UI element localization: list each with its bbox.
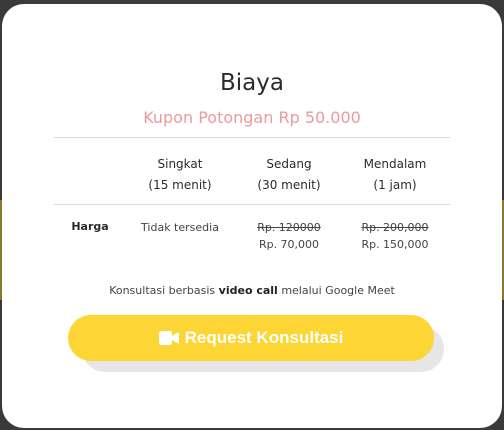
request-consultation-button[interactable]: Request Konsultasi [68, 315, 434, 361]
column-name: Singkat [157, 157, 203, 171]
modal-title: Biaya [220, 70, 284, 96]
column-header-singkat: Singkat (15 menit) [125, 154, 235, 196]
discounted-price: Rp. 70,000 [258, 238, 320, 251]
button-label: Request Konsultasi [184, 328, 344, 347]
price-mendalam: Rp. 200,000 Rp. 150,000 [340, 219, 450, 253]
video-camera-icon [158, 331, 179, 345]
note-bold: video call [218, 284, 278, 297]
original-price: Rp. 200,000 [361, 221, 429, 234]
discounted-price: Rp. 150,000 [361, 238, 429, 251]
price-singkat: Tidak tersedia [125, 219, 235, 236]
pricing-modal: Biaya Kupon Potongan Rp 50.000 Singkat (… [2, 4, 502, 428]
price-unavailable: Tidak tersedia [141, 221, 219, 234]
original-price: Rp. 120000 [257, 221, 321, 234]
divider [54, 204, 450, 205]
note-prefix: Konsultasi berbasis [109, 284, 219, 297]
column-duration: (15 menit) [148, 178, 212, 192]
column-header-sedang: Sedang (30 menit) [234, 154, 344, 196]
column-name: Sedang [266, 157, 312, 171]
divider [54, 137, 450, 138]
note-suffix: melalui Google Meet [277, 284, 395, 297]
column-duration: (30 menit) [257, 178, 321, 192]
column-duration: (1 jam) [373, 178, 417, 192]
consultation-note: Konsultasi berbasis video call melalui G… [2, 284, 502, 297]
column-header-mendalam: Mendalam (1 jam) [340, 154, 450, 196]
column-name: Mendalam [363, 157, 427, 171]
row-label-harga: Harga [71, 220, 109, 233]
price-sedang: Rp. 120000 Rp. 70,000 [234, 219, 344, 253]
coupon-text: Kupon Potongan Rp 50.000 [143, 108, 361, 127]
